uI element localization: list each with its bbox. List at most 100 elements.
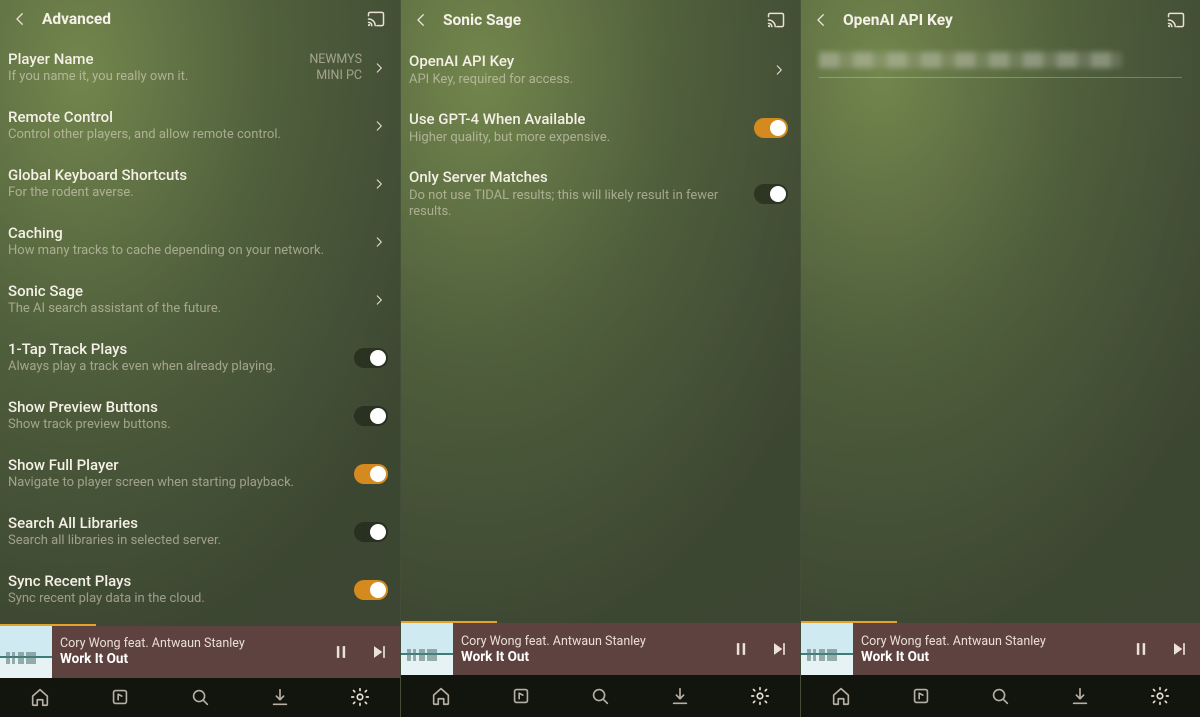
- item-sub: If you name it, you really own it.: [8, 69, 301, 85]
- header: Sonic Sage: [401, 0, 800, 40]
- item-value: NEWMYS MINI PC: [309, 52, 362, 83]
- page-title: OpenAI API Key: [843, 11, 1162, 29]
- now-playing-bar[interactable]: Cory Wong feat. Antwaun Stanley Work It …: [801, 623, 1200, 675]
- next-button[interactable]: [764, 634, 794, 664]
- item-player-name[interactable]: Player Name If you name it, you really o…: [0, 40, 400, 98]
- header: Advanced: [0, 0, 400, 38]
- back-button[interactable]: [807, 6, 835, 34]
- api-key-form: [801, 40, 1200, 623]
- toggle[interactable]: [354, 580, 388, 600]
- item-sub: API Key, required for access.: [409, 72, 762, 88]
- nav-settings-icon[interactable]: [743, 679, 777, 713]
- pause-button[interactable]: [726, 634, 756, 664]
- chevron-right-icon: [370, 293, 388, 307]
- nav-search-icon[interactable]: [583, 679, 617, 713]
- item-use-gpt4[interactable]: Use GPT-4 When Available Higher quality,…: [401, 100, 800, 158]
- item-show-preview-buttons[interactable]: Show Preview Buttons Show track preview …: [0, 388, 400, 446]
- now-playing-artist: Cory Wong feat. Antwaun Stanley: [60, 636, 318, 651]
- item-keyboard-shortcuts[interactable]: Global Keyboard Shortcuts For the rodent…: [0, 156, 400, 214]
- item-sync-recent-plays[interactable]: Sync Recent Plays Sync recent play data …: [0, 562, 400, 620]
- item-remote-control[interactable]: Remote Control Control other players, an…: [0, 98, 400, 156]
- now-playing-title: Work It Out: [461, 649, 718, 665]
- now-playing-artist: Cory Wong feat. Antwaun Stanley: [861, 634, 1118, 649]
- item-caching[interactable]: Caching How many tracks to cache dependi…: [0, 214, 400, 272]
- pause-button[interactable]: [326, 637, 356, 667]
- item-title: Sync Recent Plays: [8, 572, 346, 591]
- chevron-right-icon: [370, 61, 388, 75]
- item-title: Search All Libraries: [8, 514, 346, 533]
- item-sub: Show track preview buttons.: [8, 417, 346, 433]
- next-button[interactable]: [364, 637, 394, 667]
- now-playing-title: Work It Out: [60, 651, 318, 667]
- toggle[interactable]: [354, 406, 388, 426]
- item-title: Use GPT-4 When Available: [409, 110, 746, 129]
- settings-list: Player Name If you name it, you really o…: [0, 38, 400, 626]
- item-sub: How many tracks to cache depending on yo…: [8, 243, 362, 259]
- next-button[interactable]: [1164, 634, 1194, 664]
- nav-library-icon[interactable]: [504, 679, 538, 713]
- album-art: [0, 626, 52, 678]
- page-title: Sonic Sage: [443, 11, 762, 29]
- chevron-right-icon: [770, 63, 788, 77]
- item-1tap-track-plays[interactable]: 1-Tap Track Plays Always play a track ev…: [0, 330, 400, 388]
- nav-search-icon[interactable]: [183, 680, 217, 714]
- now-playing-title: Work It Out: [861, 649, 1118, 665]
- nav-downloads-icon[interactable]: [1063, 679, 1097, 713]
- screen-sonic-sage: Sonic Sage OpenAI API Key API Key, requi…: [400, 0, 800, 717]
- toggle[interactable]: [754, 184, 788, 204]
- nav-library-icon[interactable]: [904, 679, 938, 713]
- item-title: Only Server Matches: [409, 168, 746, 187]
- item-sub: Sync recent play data in the cloud.: [8, 591, 346, 607]
- item-title: Player Name: [8, 50, 301, 69]
- nav-home-icon[interactable]: [424, 679, 458, 713]
- nav-settings-icon[interactable]: [343, 680, 377, 714]
- now-playing-bar[interactable]: Cory Wong feat. Antwaun Stanley Work It …: [0, 626, 400, 678]
- item-title: Show Preview Buttons: [8, 398, 346, 417]
- item-show-full-player[interactable]: Show Full Player Navigate to player scre…: [0, 446, 400, 504]
- back-button[interactable]: [407, 6, 435, 34]
- bottom-nav: [0, 678, 400, 717]
- item-sonic-sage[interactable]: Sonic Sage The AI search assistant of th…: [0, 272, 400, 330]
- cast-icon[interactable]: [362, 5, 390, 33]
- item-title: 1-Tap Track Plays: [8, 340, 346, 359]
- back-button[interactable]: [6, 5, 34, 33]
- bottom-nav: [401, 675, 800, 717]
- nav-library-icon[interactable]: [103, 680, 137, 714]
- nav-downloads-icon[interactable]: [263, 680, 297, 714]
- item-sub: Higher quality, but more expensive.: [409, 130, 746, 146]
- nav-downloads-icon[interactable]: [663, 679, 697, 713]
- bottom-nav: [801, 675, 1200, 717]
- item-sub: Control other players, and allow remote …: [8, 127, 362, 143]
- item-sub: Search all libraries in selected server.: [8, 533, 346, 549]
- toggle[interactable]: [354, 464, 388, 484]
- item-sub: Do not use TIDAL results; this will like…: [409, 188, 746, 221]
- pause-button[interactable]: [1126, 634, 1156, 664]
- item-openai-api-key[interactable]: OpenAI API Key API Key, required for acc…: [401, 42, 800, 100]
- nav-home-icon[interactable]: [824, 679, 858, 713]
- item-search-all-libraries[interactable]: Search All Libraries Search all librarie…: [0, 504, 400, 562]
- chevron-right-icon: [370, 119, 388, 133]
- album-art: [801, 623, 853, 675]
- now-playing-bar[interactable]: Cory Wong feat. Antwaun Stanley Work It …: [401, 623, 800, 675]
- toggle[interactable]: [754, 118, 788, 138]
- cast-icon[interactable]: [762, 6, 790, 34]
- screen-advanced: Advanced Player Name If you name it, you…: [0, 0, 400, 717]
- cast-icon[interactable]: [1162, 6, 1190, 34]
- album-art: [401, 623, 453, 675]
- item-title: Sonic Sage: [8, 282, 362, 301]
- chevron-right-icon: [370, 177, 388, 191]
- item-sub: The AI search assistant of the future.: [8, 301, 362, 317]
- chevron-right-icon: [370, 235, 388, 249]
- item-title: Global Keyboard Shortcuts: [8, 166, 362, 185]
- page-title: Advanced: [42, 10, 362, 28]
- api-key-input[interactable]: [819, 52, 1182, 78]
- toggle[interactable]: [354, 348, 388, 368]
- item-only-server-matches[interactable]: Only Server Matches Do not use TIDAL res…: [401, 158, 800, 232]
- nav-search-icon[interactable]: [983, 679, 1017, 713]
- now-playing-artist: Cory Wong feat. Antwaun Stanley: [461, 634, 718, 649]
- header: OpenAI API Key: [801, 0, 1200, 40]
- item-sub: For the rodent averse.: [8, 185, 362, 201]
- nav-settings-icon[interactable]: [1143, 679, 1177, 713]
- nav-home-icon[interactable]: [23, 680, 57, 714]
- toggle[interactable]: [354, 522, 388, 542]
